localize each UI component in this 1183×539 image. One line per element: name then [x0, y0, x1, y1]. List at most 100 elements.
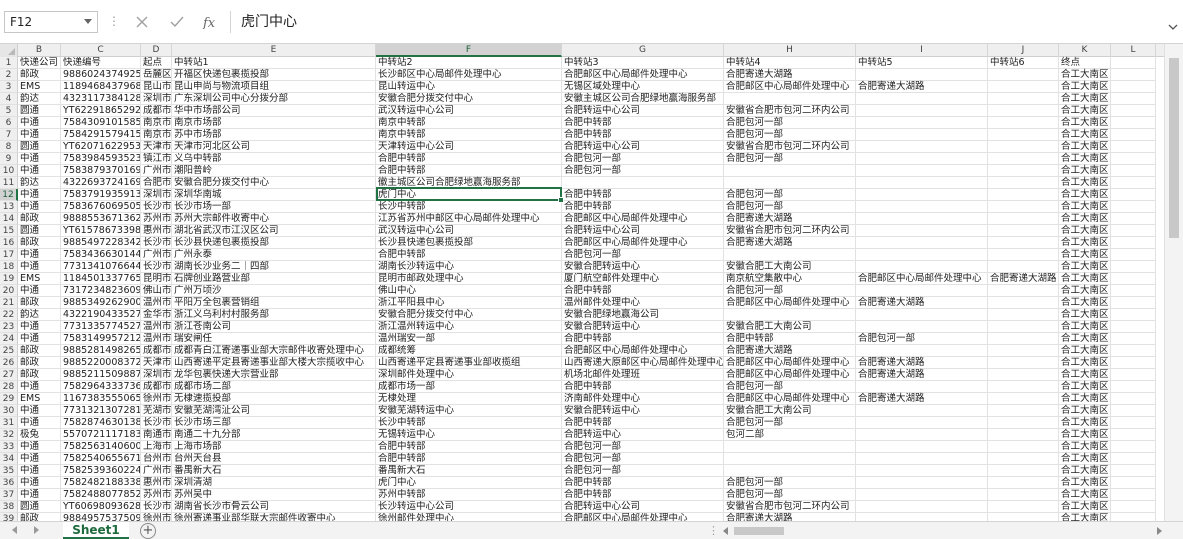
cell-e2[interactable]: 开福区快递包裹揽投部 — [172, 69, 376, 81]
cell-d22[interactable]: 金华市 — [141, 309, 172, 321]
cell-d23[interactable]: 温州市 — [141, 321, 172, 333]
cell-c26[interactable]: 9885220008372 — [61, 357, 141, 369]
cell-e8[interactable]: 天津市河北区公司 — [172, 141, 376, 153]
cell-l36[interactable] — [1111, 477, 1156, 489]
row-header[interactable]: 9 — [0, 153, 18, 165]
cell-e19[interactable]: 石牌创业路营业部 — [172, 273, 376, 285]
cell-e9[interactable]: 义乌中转部 — [172, 153, 376, 165]
cell-d21[interactable]: 温州市 — [141, 297, 172, 309]
cell-e13[interactable]: 长沙市场一部 — [172, 201, 376, 213]
cell-k33[interactable]: 合工大南区 — [1059, 441, 1111, 453]
cell-h12[interactable]: 合肥包河一部 — [724, 189, 856, 201]
row-header[interactable]: 32 — [0, 429, 18, 441]
cell-b15[interactable]: 圆通 — [18, 225, 61, 237]
cell-i14[interactable] — [856, 213, 988, 225]
cell-e27[interactable]: 龙华包裹快递大宗营业部 — [172, 369, 376, 381]
cell-d13[interactable]: 长沙市 — [141, 201, 172, 213]
cell-c35[interactable]: 75825393602246 — [61, 465, 141, 477]
cell-i7[interactable] — [856, 129, 988, 141]
cell-i3[interactable]: 合肥寄递大湖路 — [856, 81, 988, 93]
cell-b29[interactable]: EMS — [18, 393, 61, 405]
cell-j6[interactable] — [988, 117, 1059, 129]
cell-g24[interactable]: 合肥中转部 — [562, 333, 724, 345]
cell-i17[interactable] — [856, 249, 988, 261]
cell-e5[interactable]: 华中市场部公司 — [172, 105, 376, 117]
cell-d39[interactable]: 徐州市 — [141, 513, 172, 521]
row-header[interactable]: 1 — [0, 57, 18, 69]
cell-k11[interactable]: 合工大南区 — [1059, 177, 1111, 189]
cell-l7[interactable] — [1111, 129, 1156, 141]
cell-b32[interactable]: 极兔 — [18, 429, 61, 441]
expand-formula-bar-icon[interactable] — [1168, 16, 1178, 35]
cell-f39[interactable]: 徐州邮件处理中心 — [376, 513, 562, 521]
row-header[interactable]: 20 — [0, 285, 18, 297]
cell-g23[interactable]: 安徽合肥转运中心 — [562, 321, 724, 333]
cell-d1[interactable]: 起点 — [141, 57, 172, 69]
cell-l38[interactable] — [1111, 501, 1156, 513]
cell-b39[interactable]: 邮政 — [18, 513, 61, 521]
cell-h22[interactable] — [724, 309, 856, 321]
cell-j1[interactable]: 中转站6 — [988, 57, 1059, 69]
cell-g34[interactable]: 合肥包河一部 — [562, 453, 724, 465]
cell-g15[interactable]: 合肥转运中心公司 — [562, 225, 724, 237]
row-header[interactable]: 2 — [0, 69, 18, 81]
cell-j28[interactable] — [988, 381, 1059, 393]
row-header[interactable]: 11 — [0, 177, 18, 189]
cell-f19[interactable]: 昆明市邮政处理中心 — [376, 273, 562, 285]
cell-j33[interactable] — [988, 441, 1059, 453]
cell-i27[interactable]: 合肥寄递大湖路 — [856, 369, 988, 381]
cell-f26[interactable]: 山西寄递平定县寄递事业部收揽组 — [376, 357, 562, 369]
cell-f28[interactable]: 成都市场一部 — [376, 381, 562, 393]
row-header[interactable]: 15 — [0, 225, 18, 237]
cell-e3[interactable]: 昆山申尚与物流项目组 — [172, 81, 376, 93]
cell-h23[interactable]: 安徽合肥工大南公司 — [724, 321, 856, 333]
cell-l12[interactable] — [1111, 189, 1156, 201]
cell-k13[interactable]: 合工大南区 — [1059, 201, 1111, 213]
cell-l24[interactable] — [1111, 333, 1156, 345]
row-header[interactable]: 7 — [0, 129, 18, 141]
cell-b5[interactable]: 圆通 — [18, 105, 61, 117]
column-header-f[interactable]: F — [376, 44, 562, 57]
cell-k27[interactable]: 合工大南区 — [1059, 369, 1111, 381]
cell-h35[interactable] — [724, 465, 856, 477]
cell-i19[interactable]: 合肥邮区中心局邮件处理中心 — [856, 273, 988, 285]
spreadsheet-grid[interactable]: BCDEFGHIJKL 1 快递公司 快递编号 起点 中转站1 中转站2 中转站3 中转站4 中… — [0, 44, 1164, 521]
cell-h34[interactable] — [724, 453, 856, 465]
cell-d9[interactable]: 镇江市 — [141, 153, 172, 165]
cell-e26[interactable]: 山西寄递平定县寄递事业部大楼大宗揽收中心 — [172, 357, 376, 369]
cell-l14[interactable] — [1111, 213, 1156, 225]
cell-i39[interactable] — [856, 513, 988, 521]
cell-g14[interactable]: 合肥邮区中心局邮件处理中心 — [562, 213, 724, 225]
cell-i18[interactable] — [856, 261, 988, 273]
cell-d24[interactable]: 温州市 — [141, 333, 172, 345]
cell-j29[interactable] — [988, 393, 1059, 405]
cell-f22[interactable]: 安徽合肥分拨交付中心 — [376, 309, 562, 321]
cell-g33[interactable]: 合肥包河一部 — [562, 441, 724, 453]
cell-e7[interactable]: 苏中市场部 — [172, 129, 376, 141]
cell-b27[interactable]: 邮政 — [18, 369, 61, 381]
cell-b13[interactable]: 中通 — [18, 201, 61, 213]
cell-f13[interactable]: 长沙中转部 — [376, 201, 562, 213]
cell-j31[interactable] — [988, 417, 1059, 429]
cell-f18[interactable]: 湖南长沙转运中心 — [376, 261, 562, 273]
cell-l25[interactable] — [1111, 345, 1156, 357]
cell-d7[interactable]: 南京市 — [141, 129, 172, 141]
cell-c28[interactable]: 75829643337365 — [61, 381, 141, 393]
formula-input[interactable]: 虎门中心 — [230, 11, 1165, 33]
cell-l30[interactable] — [1111, 405, 1156, 417]
cell-j13[interactable] — [988, 201, 1059, 213]
cell-b18[interactable]: 中通 — [18, 261, 61, 273]
cell-e36[interactable]: 深圳清湖 — [172, 477, 376, 489]
cell-i21[interactable]: 合肥寄递大湖路 — [856, 297, 988, 309]
cell-c19[interactable]: 1184501337765 — [61, 273, 141, 285]
cell-d6[interactable]: 南京市 — [141, 117, 172, 129]
cell-e34[interactable]: 台州天台县 — [172, 453, 376, 465]
cell-d25[interactable]: 成都市 — [141, 345, 172, 357]
cell-f35[interactable]: 番禺新大石 — [376, 465, 562, 477]
cell-c31[interactable]: 75828746301384 — [61, 417, 141, 429]
cell-l20[interactable] — [1111, 285, 1156, 297]
cell-e32[interactable]: 南通二十九分部 — [172, 429, 376, 441]
cell-h26[interactable]: 合肥邮区中心局邮件处理中心 — [724, 357, 856, 369]
cell-d5[interactable]: 成都市 — [141, 105, 172, 117]
cell-i15[interactable] — [856, 225, 988, 237]
